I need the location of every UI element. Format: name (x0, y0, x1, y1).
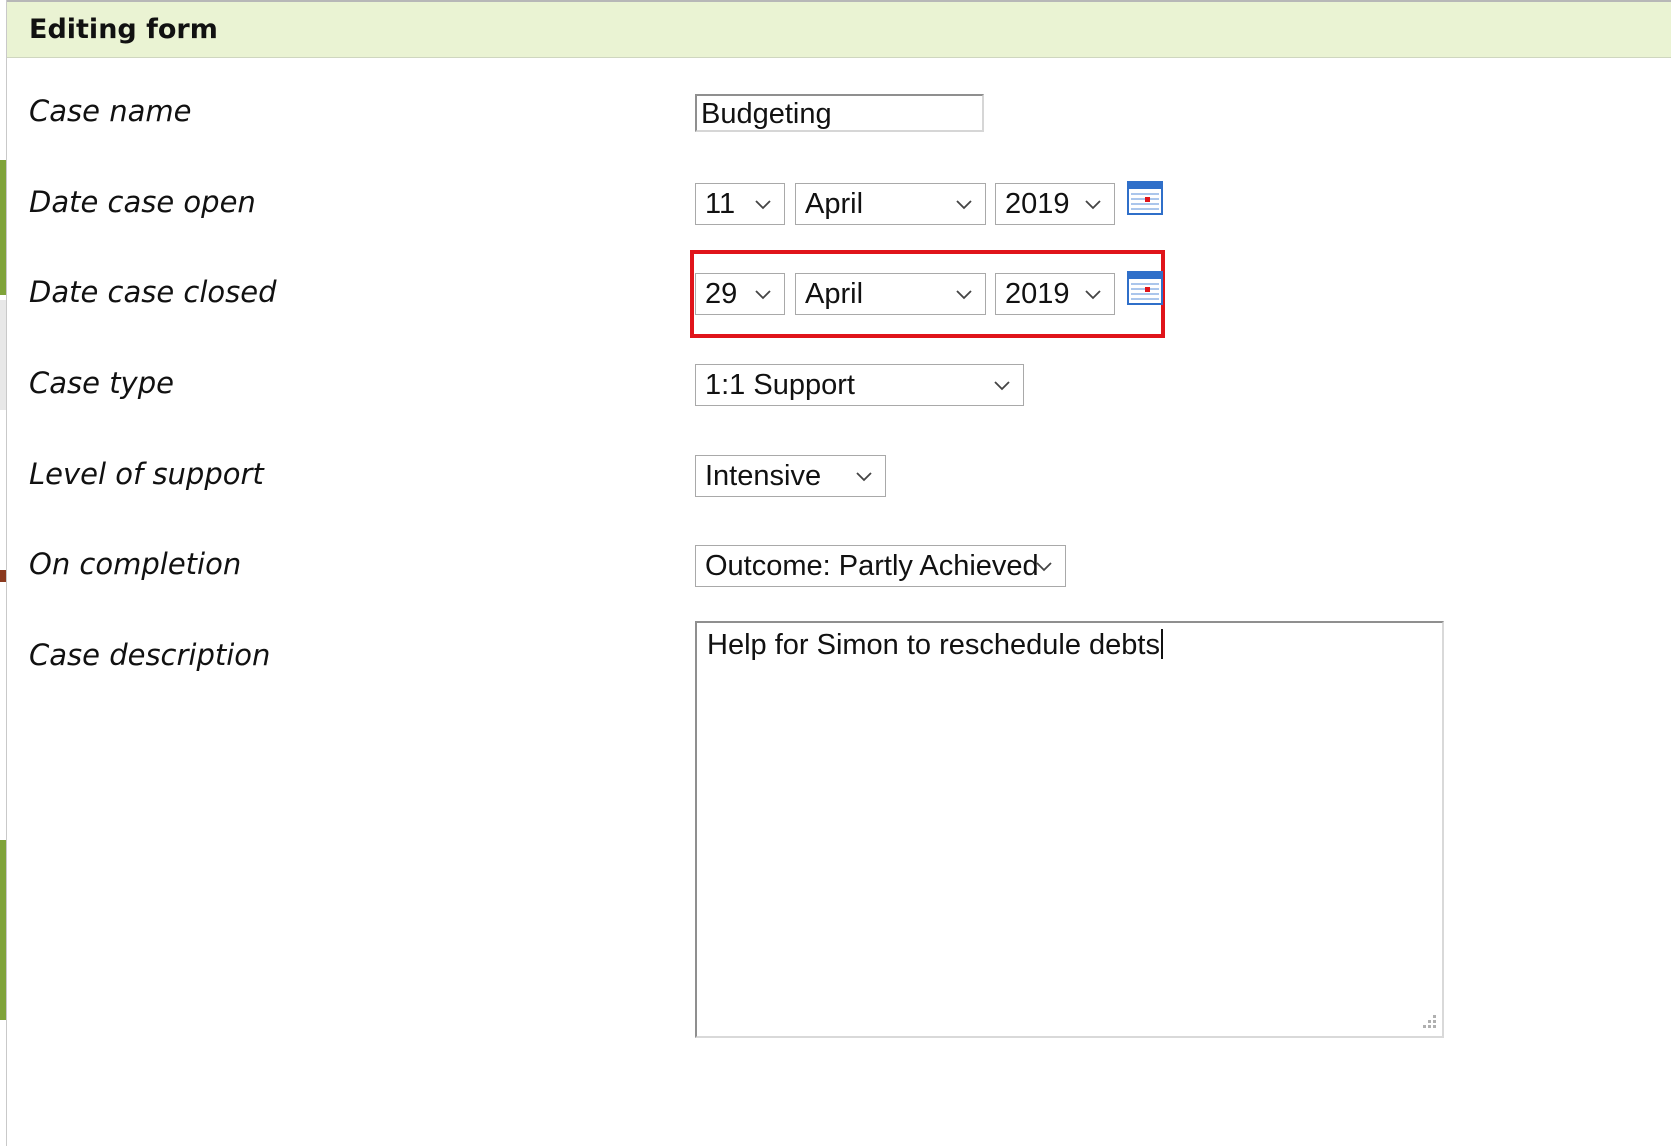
date-closed-month-select[interactable]: April (795, 273, 986, 315)
date-closed-day-select[interactable]: 29 (695, 273, 785, 315)
chevron-down-icon (856, 472, 872, 482)
resize-grip-icon[interactable] (1420, 1014, 1438, 1032)
on-completion-value: Outcome: Partly Achieved (705, 550, 1039, 582)
chevron-down-icon (1036, 562, 1052, 572)
level-of-support-label: Level of support (29, 457, 264, 491)
dialog-header: Editing form (7, 0, 1671, 58)
case-type-value: 1:1 Support (705, 369, 855, 401)
case-type-label: Case type (29, 366, 174, 400)
case-name-label: Case name (29, 94, 192, 128)
chevron-down-icon (956, 290, 972, 300)
date-closed-label: Date case closed (29, 275, 277, 309)
chevron-down-icon (994, 381, 1010, 391)
date-closed-day-value: 29 (705, 278, 738, 310)
dialog-title: Editing form (29, 14, 218, 45)
chevron-down-icon (755, 290, 771, 300)
on-completion-label: On completion (29, 547, 242, 581)
date-open-day-select[interactable]: 11 (695, 183, 785, 225)
case-description-text: Help for Simon to reschedule debts (707, 629, 1160, 661)
date-open-label: Date case open (29, 185, 256, 219)
calendar-icon[interactable] (1127, 181, 1163, 215)
chevron-down-icon (1085, 200, 1101, 210)
level-of-support-select[interactable]: Intensive (695, 455, 886, 497)
case-description-label: Case description (29, 638, 271, 672)
case-type-select[interactable]: 1:1 Support (695, 364, 1024, 406)
case-name-input[interactable]: Budgeting (695, 94, 984, 132)
date-open-year-value: 2019 (1005, 188, 1070, 220)
editing-form-dialog: Editing form Case name Budgeting Date ca… (6, 0, 1671, 1146)
date-open-day-value: 11 (705, 188, 736, 220)
case-description-textarea[interactable]: Help for Simon to reschedule debts (695, 621, 1444, 1038)
page: Editing form Case name Budgeting Date ca… (0, 0, 1671, 1146)
date-closed-month-value: April (805, 278, 864, 310)
on-completion-select[interactable]: Outcome: Partly Achieved (695, 545, 1066, 587)
chevron-down-icon (1085, 290, 1101, 300)
date-open-year-select[interactable]: 2019 (995, 183, 1115, 225)
date-open-month-value: April (805, 188, 864, 220)
date-open-month-select[interactable]: April (795, 183, 986, 225)
calendar-icon[interactable] (1127, 271, 1163, 305)
level-of-support-value: Intensive (705, 460, 822, 492)
text-caret (1160, 629, 1163, 659)
date-closed-year-select[interactable]: 2019 (995, 273, 1115, 315)
chevron-down-icon (755, 200, 771, 210)
chevron-down-icon (956, 200, 972, 210)
date-closed-year-value: 2019 (1005, 278, 1070, 310)
